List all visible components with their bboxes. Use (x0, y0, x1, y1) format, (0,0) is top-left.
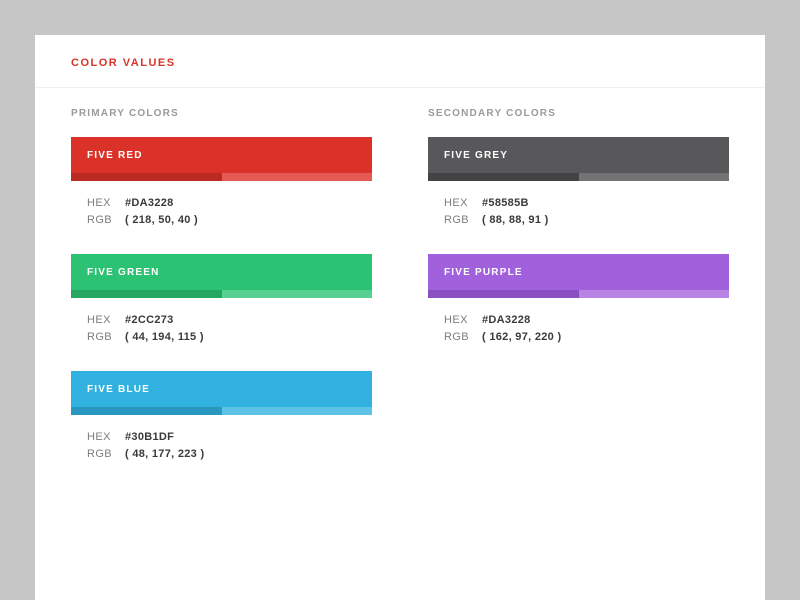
meta-label-hex: HEX (87, 312, 115, 329)
meta-value-rgb: ( 218, 50, 40 ) (125, 212, 198, 229)
swatch-shade-dark (71, 407, 222, 415)
swatch-meta: HEX #58585B RGB ( 88, 88, 91 ) (428, 181, 729, 228)
swatch-strip (428, 290, 729, 298)
meta-value-hex: #30B1DF (125, 429, 174, 446)
swatch-meta: HEX #2CC273 RGB ( 44, 194, 115 ) (71, 298, 372, 345)
swatch-shade-dark (71, 290, 222, 298)
meta-row-hex: HEX #DA3228 (87, 195, 372, 212)
meta-label-rgb: RGB (87, 212, 115, 229)
swatch-meta: HEX #DA3228 RGB ( 162, 97, 220 ) (428, 298, 729, 345)
secondary-column-title: SECONDARY COLORS (428, 108, 729, 119)
meta-value-rgb: ( 44, 194, 115 ) (125, 329, 204, 346)
meta-row-hex: HEX #30B1DF (87, 429, 372, 446)
primary-column-title: PRIMARY COLORS (71, 108, 372, 119)
meta-label-hex: HEX (444, 195, 472, 212)
swatch-five-grey: FIVE GREY HEX #58585B RGB ( 88, 88, 91 ) (428, 137, 729, 228)
meta-value-rgb: ( 162, 97, 220 ) (482, 329, 561, 346)
swatch-shade-light (222, 407, 373, 415)
swatch-main: FIVE BLUE (71, 371, 372, 407)
meta-row-rgb: RGB ( 218, 50, 40 ) (87, 212, 372, 229)
swatch-five-red: FIVE RED HEX #DA3228 RGB ( 218, 50, 40 ) (71, 137, 372, 228)
swatch-meta: HEX #DA3228 RGB ( 218, 50, 40 ) (71, 181, 372, 228)
swatch-five-green: FIVE GREEN HEX #2CC273 RGB ( 44, 194, 11… (71, 254, 372, 345)
swatch-main: FIVE RED (71, 137, 372, 173)
meta-row-hex: HEX #DA3228 (444, 312, 729, 329)
meta-value-hex: #DA3228 (125, 195, 174, 212)
color-values-panel: COLOR VALUES PRIMARY COLORS FIVE RED HEX… (35, 35, 765, 600)
swatch-five-purple: FIVE PURPLE HEX #DA3228 RGB ( 162, 97, 2… (428, 254, 729, 345)
panel-header: COLOR VALUES (35, 35, 765, 88)
panel-body: PRIMARY COLORS FIVE RED HEX #DA3228 RGB … (35, 88, 765, 488)
swatch-meta: HEX #30B1DF RGB ( 48, 177, 223 ) (71, 415, 372, 462)
swatch-shade-light (222, 290, 373, 298)
swatch-main: FIVE GREY (428, 137, 729, 173)
meta-row-rgb: RGB ( 44, 194, 115 ) (87, 329, 372, 346)
swatch-five-blue: FIVE BLUE HEX #30B1DF RGB ( 48, 177, 223… (71, 371, 372, 462)
meta-value-hex: #DA3228 (482, 312, 531, 329)
meta-row-hex: HEX #58585B (444, 195, 729, 212)
primary-column: PRIMARY COLORS FIVE RED HEX #DA3228 RGB … (71, 108, 372, 488)
swatch-shade-light (222, 173, 373, 181)
swatch-strip (71, 407, 372, 415)
swatch-shade-light (579, 173, 730, 181)
meta-label-rgb: RGB (87, 446, 115, 463)
meta-row-rgb: RGB ( 162, 97, 220 ) (444, 329, 729, 346)
swatch-shade-dark (428, 290, 579, 298)
swatch-strip (71, 173, 372, 181)
swatch-shade-dark (71, 173, 222, 181)
meta-label-hex: HEX (444, 312, 472, 329)
secondary-column: SECONDARY COLORS FIVE GREY HEX #58585B R… (428, 108, 729, 488)
meta-value-hex: #2CC273 (125, 312, 174, 329)
swatch-shade-light (579, 290, 730, 298)
meta-value-rgb: ( 88, 88, 91 ) (482, 212, 549, 229)
swatch-main: FIVE PURPLE (428, 254, 729, 290)
meta-row-hex: HEX #2CC273 (87, 312, 372, 329)
meta-value-hex: #58585B (482, 195, 529, 212)
swatch-main: FIVE GREEN (71, 254, 372, 290)
swatch-strip (71, 290, 372, 298)
meta-label-rgb: RGB (444, 329, 472, 346)
meta-label-rgb: RGB (444, 212, 472, 229)
meta-row-rgb: RGB ( 88, 88, 91 ) (444, 212, 729, 229)
swatch-shade-dark (428, 173, 579, 181)
panel-title: COLOR VALUES (71, 57, 729, 69)
swatch-strip (428, 173, 729, 181)
meta-row-rgb: RGB ( 48, 177, 223 ) (87, 446, 372, 463)
meta-label-rgb: RGB (87, 329, 115, 346)
meta-value-rgb: ( 48, 177, 223 ) (125, 446, 204, 463)
meta-label-hex: HEX (87, 429, 115, 446)
meta-label-hex: HEX (87, 195, 115, 212)
